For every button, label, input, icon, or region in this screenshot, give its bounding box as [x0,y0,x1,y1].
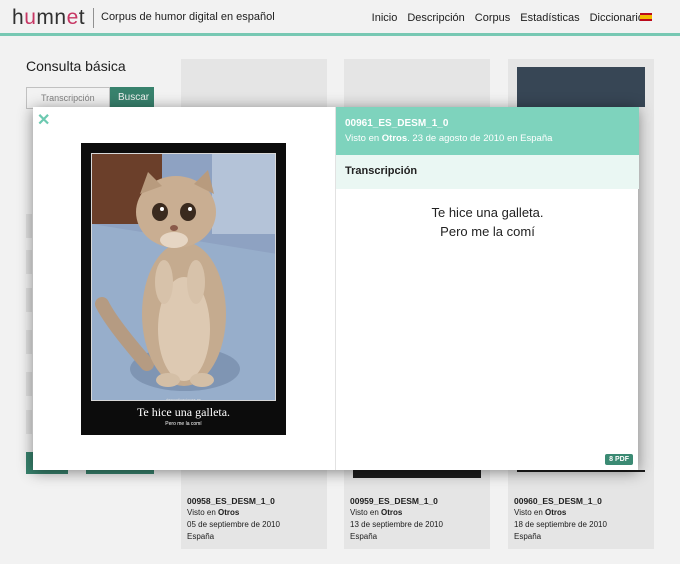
cat-photo [91,153,276,401]
image-caption-main: Te hice una galleta. [136,405,231,419]
transcription-header: Transcripción [336,155,639,189]
item-source[interactable]: Otros [382,133,407,144]
item-source-line: Visto en Otros. 23 de agosto de 2010 en … [345,133,553,144]
transcription-line: Te hice una galleta. [431,205,544,220]
transcription-line: Pero me la comí [440,224,535,239]
pdf-badge[interactable]: 8 PDF [605,454,633,465]
item-metadata-header: 00961_ES_DESM_1_0 Visto en Otros. 23 de … [336,107,639,155]
detail-pane: 00961_ES_DESM_1_0 Visto en Otros. 23 de … [335,107,639,470]
transcription-text: Te hice una galleta. Pero me la comí [336,203,639,241]
close-x-icon[interactable]: ✕ [37,113,50,129]
cat-illustration [92,154,275,400]
item-code: 00961_ES_DESM_1_0 [345,118,449,129]
detail-modal: ✕ desmotivaciones.es Te hice una galleta… [33,107,639,470]
image-caption-sub: Pero me la comí [165,421,202,427]
meme-image[interactable]: desmotivaciones.es Te hice una galleta. … [81,143,286,435]
image-watermark: desmotivaciones.es [165,397,202,402]
